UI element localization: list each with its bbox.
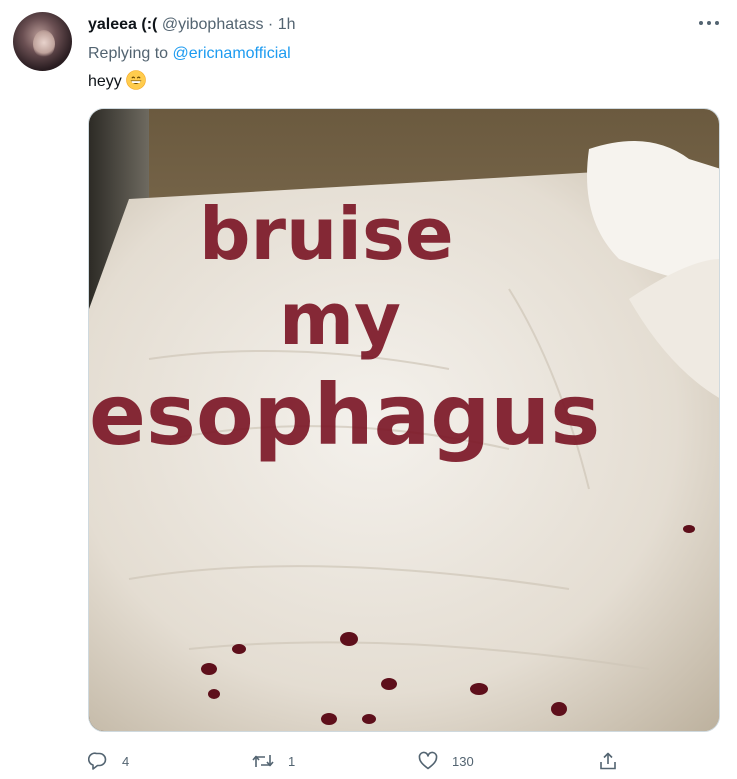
retweet-button[interactable]: 1 [252, 748, 295, 774]
bed-photo: bruise my esophagus [89, 109, 719, 731]
timestamp[interactable]: 1h [278, 16, 296, 33]
replying-to-label: Replying to [88, 45, 169, 62]
retweet-count: 1 [288, 753, 296, 769]
petal-word-my: my [279, 277, 401, 361]
display-name[interactable]: yaleea (:( [88, 16, 157, 33]
replying-to-line: Replying to @ericnamofficial [88, 43, 291, 64]
share-icon [600, 752, 616, 770]
grinning-face-emoji-icon [125, 70, 146, 90]
user-handle[interactable]: @yibophatass [162, 16, 264, 33]
retweet-icon [252, 755, 274, 767]
tweet-text-content: heyy [88, 73, 122, 90]
like-button[interactable]: 130 [418, 748, 474, 774]
petal-word-esophagus: esophagus [89, 366, 600, 464]
petal-word-bruise: bruise [199, 192, 454, 276]
more-icon [699, 21, 719, 25]
like-count: 130 [452, 753, 474, 769]
heart-icon [418, 751, 438, 770]
tweet: yaleea (:( @yibophatass · 1h Replying to… [0, 0, 737, 779]
avatar[interactable] [13, 12, 72, 71]
tweet-text: heyy [88, 70, 146, 94]
tweet-actions: 4 1 130 [88, 748, 628, 774]
reply-icon [88, 752, 107, 770]
mention-link[interactable]: @ericnamofficial [173, 45, 291, 62]
tweet-image[interactable]: bruise my esophagus [88, 108, 720, 732]
tweet-header: yaleea (:( @yibophatass · 1h [88, 14, 296, 35]
reply-button[interactable]: 4 [88, 748, 129, 774]
separator-dot: · [267, 16, 274, 33]
reply-count: 4 [122, 753, 130, 769]
share-button[interactable] [598, 748, 618, 774]
more-options-button[interactable] [696, 12, 722, 34]
